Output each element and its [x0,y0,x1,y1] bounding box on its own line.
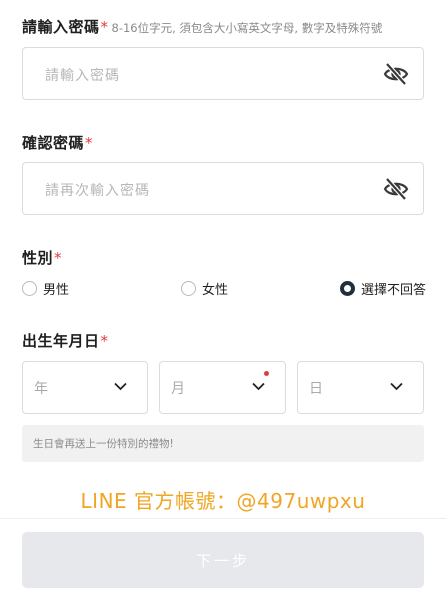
birth-year-select[interactable]: 年 [22,361,148,414]
required-mark: * [100,18,109,36]
confirm-password-label: 確認密碼* [22,132,93,153]
password-placeholder: 請輸入密碼 [45,68,120,84]
confirm-password-field[interactable]: 請再次輸入密碼 [22,162,424,215]
password-label-text: 請輸入密碼 [22,18,100,36]
birthday-note: 生日會再送上一份特別的禮物! [22,425,424,462]
birthday-label-text: 出生年月日 [22,332,100,350]
required-mark: * [85,134,94,152]
gender-radio-group: 男性 女性 選擇不回答 [22,277,432,299]
password-label: 請輸入密碼* 8-16位字元, 須包含大小寫英文字母, 數字及特殊符號 [22,16,382,37]
chevron-down-icon [114,382,127,391]
gender-option-female[interactable]: 女性 [181,277,228,299]
birth-month-select[interactable]: 月 [159,361,286,414]
promo-overlay-text: LINE 官方帳號：@497uwpxu [80,489,366,513]
confirm-password-label-text: 確認密碼 [22,134,85,152]
chevron-down-icon [390,382,403,391]
gender-option-label: 女性 [202,282,229,298]
chevron-down-icon [252,382,265,391]
required-mark: * [54,249,63,267]
password-field[interactable]: 請輸入密碼 [22,47,424,100]
gender-option-label: 男性 [43,282,70,298]
radio-circle[interactable] [22,280,37,296]
next-button-label: 下一步 [195,553,250,570]
radio-circle[interactable] [181,280,196,296]
birth-day-select[interactable]: 日 [297,361,424,414]
day-placeholder: 日 [309,381,323,397]
eye-slash-icon[interactable] [383,62,409,86]
birthday-note-text: 生日會再送上一份特別的禮物! [33,438,174,450]
gender-label: 性別* [22,247,62,268]
birthday-label: 出生年月日* [22,330,109,351]
gender-option-label: 選擇不回答 [361,282,427,298]
gender-option-male[interactable]: 男性 [22,277,69,299]
notification-dot [264,371,269,376]
next-button[interactable]: 下一步 [22,532,424,588]
month-placeholder: 月 [171,381,185,397]
eye-slash-icon[interactable] [383,177,409,201]
gender-option-no-answer[interactable]: 選擇不回答 [340,277,426,299]
confirm-password-placeholder: 請再次輸入密碼 [45,183,150,199]
gender-label-text: 性別 [22,249,54,267]
year-placeholder: 年 [34,381,48,397]
radio-circle-selected[interactable] [340,280,355,296]
required-mark: * [100,332,109,350]
password-hint: 8-16位字元, 須包含大小寫英文字母, 數字及特殊符號 [111,21,383,35]
